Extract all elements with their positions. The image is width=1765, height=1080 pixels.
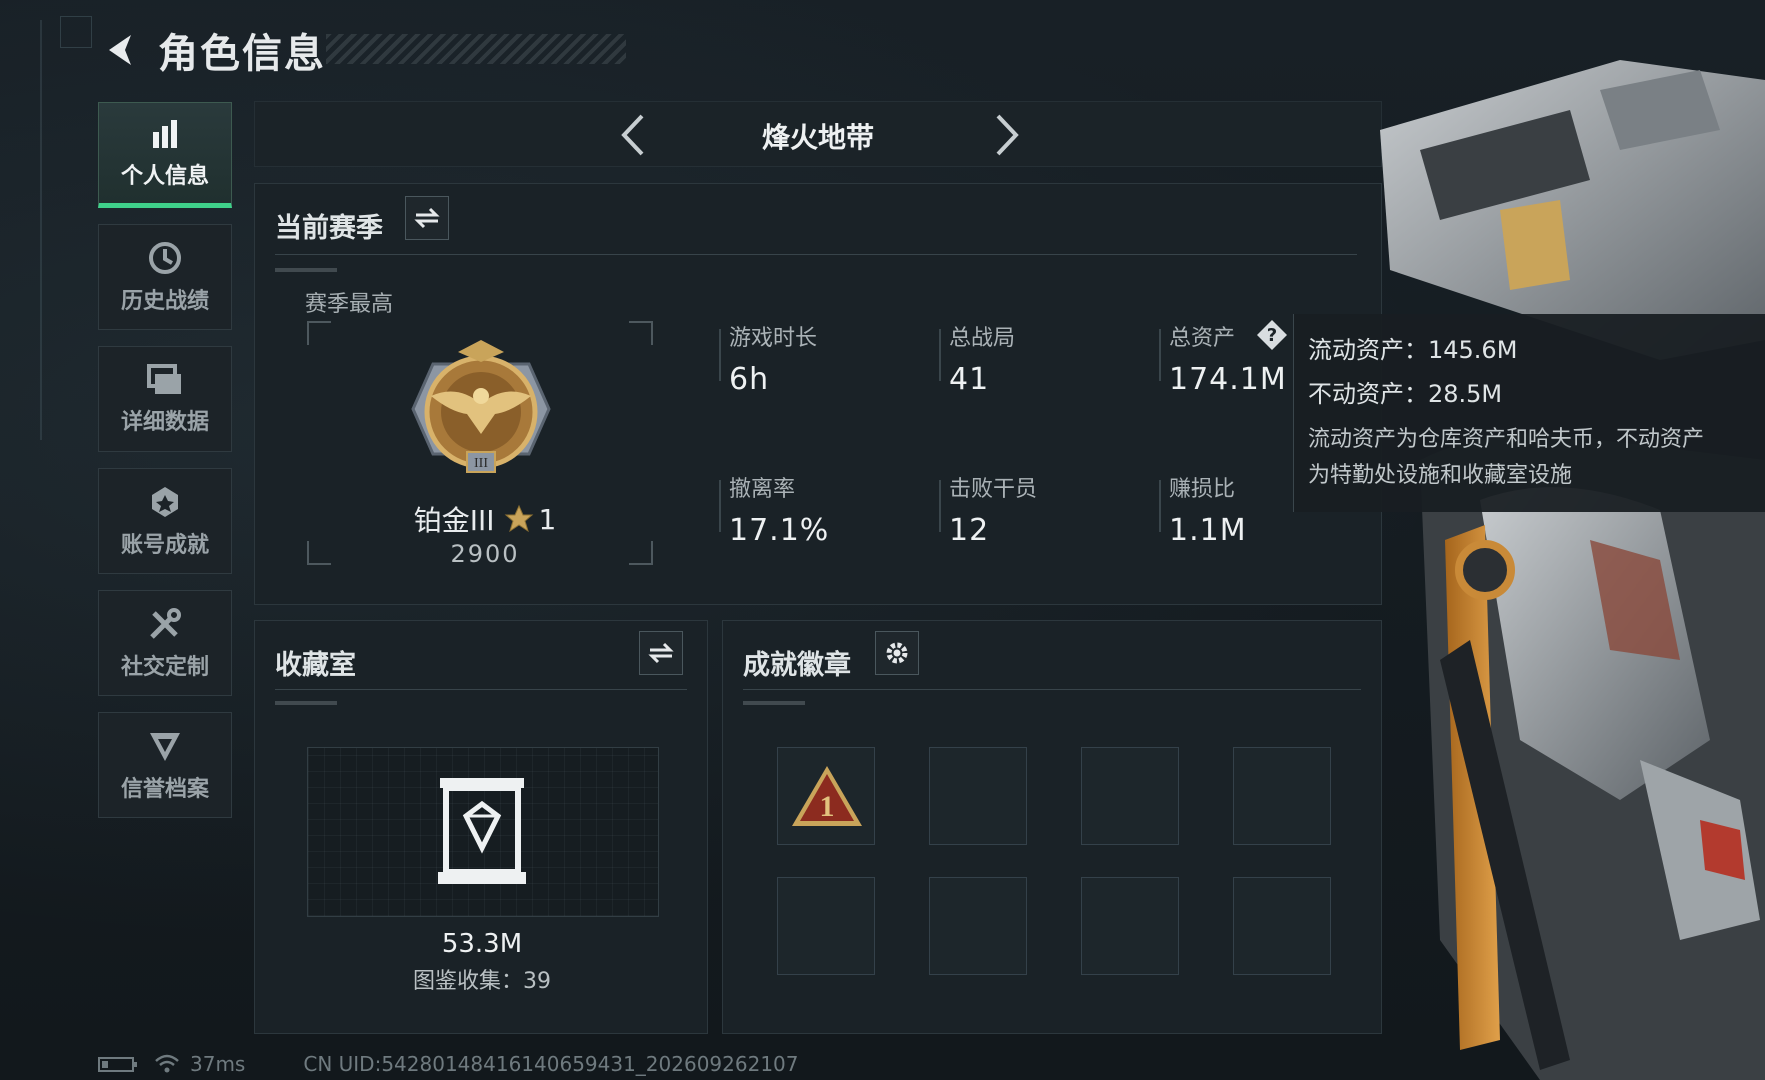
chevron-right-icon bbox=[996, 114, 1019, 156]
back-arrow-icon bbox=[109, 35, 131, 65]
sidebar-item-achievements[interactable]: 账号成就 bbox=[98, 468, 232, 574]
rank-1-triangle-badge-icon: 1 bbox=[792, 766, 862, 826]
wifi-icon bbox=[155, 1054, 179, 1073]
deco-dash bbox=[743, 701, 805, 705]
badge-slot[interactable] bbox=[777, 877, 875, 975]
achievement-icon bbox=[152, 487, 178, 517]
divider bbox=[275, 689, 687, 690]
badge-slot[interactable] bbox=[929, 747, 1027, 845]
frame-corner bbox=[629, 541, 653, 565]
stat-label-kills: 击败干员 bbox=[949, 477, 1038, 502]
data-icon bbox=[147, 364, 181, 394]
deco-box bbox=[60, 16, 92, 48]
collection-catalog: 图鉴收集：39 bbox=[413, 969, 551, 994]
frame-corner bbox=[307, 321, 331, 345]
stat-value-kills: 12 bbox=[949, 513, 990, 548]
sidebar-item-label: 社交定制 bbox=[120, 655, 209, 680]
sidebar-item-label: 账号成就 bbox=[120, 533, 209, 558]
tooltip-note-line-1: 流动资产为仓库资产和哈夫币，不动资产 bbox=[1308, 427, 1705, 452]
stat-value-profit-ratio: 1.1M bbox=[1169, 513, 1247, 548]
svg-text:III: III bbox=[474, 456, 488, 471]
sidebar: 个人信息 历史战绩 详细数据 账号成就 社交定制 信誉档案 bbox=[98, 102, 234, 834]
rank-score: 2900 bbox=[450, 540, 520, 568]
badges-panel-title: 成就徽章 bbox=[743, 650, 851, 681]
stat-bar bbox=[1159, 480, 1161, 532]
collection-panel: 收藏室 53.3M 图鉴收集：39 bbox=[254, 620, 708, 1034]
ping-text: 37ms bbox=[190, 1052, 246, 1076]
rank-stars: 1 bbox=[538, 502, 557, 536]
badge-slot[interactable] bbox=[1081, 877, 1179, 975]
deco-dash bbox=[275, 701, 337, 705]
collection-switch-button[interactable] bbox=[639, 631, 683, 675]
badge-slot[interactable]: 1 bbox=[777, 747, 875, 845]
swap-icon bbox=[414, 207, 440, 229]
rank-line: 铂金III 1 bbox=[355, 499, 615, 539]
mode-selector: 烽火地带 bbox=[254, 101, 1382, 167]
assets-tooltip: 流动资产：145.6M 不动资产：28.5M 流动资产为仓库资产和哈夫币，不动资… bbox=[1293, 314, 1765, 512]
sidebar-item-personal-info[interactable]: 个人信息 bbox=[98, 102, 232, 208]
stat-label-playtime: 游戏时长 bbox=[729, 326, 818, 351]
stat-value-playtime: 6h bbox=[729, 362, 770, 397]
stat-bar bbox=[939, 480, 941, 532]
collection-panel-title: 收藏室 bbox=[275, 650, 356, 681]
frame-corner bbox=[307, 541, 331, 565]
star-icon bbox=[505, 504, 534, 533]
sidebar-item-social[interactable]: 社交定制 bbox=[98, 590, 232, 696]
tools-icon bbox=[150, 608, 181, 639]
tooltip-note-line-2: 为特勤处设施和收藏室设施 bbox=[1308, 463, 1573, 488]
rank-name: 铂金III bbox=[413, 504, 495, 537]
battery-icon bbox=[98, 1057, 137, 1072]
stat-bar bbox=[719, 480, 721, 532]
stat-label-matches: 总战局 bbox=[949, 326, 1016, 351]
status-footer: 37ms CN UID:5428014841614065943​1_202609… bbox=[98, 1052, 799, 1076]
mode-title: 烽火地带 bbox=[761, 121, 874, 154]
header: 角色信息 bbox=[96, 22, 626, 78]
stat-label-extraction-rate: 撤离率 bbox=[729, 477, 796, 502]
sidebar-item-reputation[interactable]: 信誉档案 bbox=[98, 712, 232, 818]
sidebar-item-label: 历史战绩 bbox=[120, 289, 209, 314]
operator-character-art bbox=[1380, 60, 1765, 1080]
stat-value-extraction-rate: 17.1% bbox=[729, 513, 830, 548]
sidebar-item-label: 信誉档案 bbox=[120, 777, 209, 802]
season-best-label: 赛季最高 bbox=[305, 292, 394, 317]
uid-text: CN UID:5428014841614065943​1_20260926210… bbox=[303, 1052, 799, 1076]
season-switch-button[interactable] bbox=[405, 196, 449, 240]
tooltip-fixed-assets: 不动资产：28.5M bbox=[1308, 380, 1503, 408]
sidebar-item-label: 个人信息 bbox=[120, 164, 209, 189]
deco-line bbox=[40, 20, 42, 440]
vault-display-icon bbox=[438, 778, 526, 884]
frame-corner bbox=[629, 321, 653, 345]
history-icon bbox=[149, 242, 181, 274]
bar-chart-icon bbox=[153, 120, 177, 148]
back-button[interactable] bbox=[96, 25, 146, 75]
stat-label-profit-ratio: 赚损比 bbox=[1169, 477, 1236, 502]
stat-bar bbox=[719, 329, 721, 381]
season-panel: 当前赛季 赛季最高 III 铂金III 1 2900 游戏时长 6h 总战局 4… bbox=[254, 183, 1382, 605]
next-mode-button[interactable] bbox=[980, 110, 1030, 160]
stat-bar bbox=[939, 329, 941, 381]
deco-dash bbox=[275, 268, 337, 272]
page-title: 角色信息 bbox=[158, 31, 326, 77]
collection-value: 53.3M bbox=[441, 929, 523, 959]
swap-icon bbox=[648, 642, 674, 664]
season-panel-title: 当前赛季 bbox=[275, 213, 383, 244]
platinum-rank-emblem-icon: III bbox=[411, 340, 551, 473]
badges-settings-button[interactable] bbox=[875, 631, 919, 675]
title-stripes bbox=[326, 34, 626, 64]
divider bbox=[275, 254, 1357, 255]
sidebar-item-detailed-data[interactable]: 详细数据 bbox=[98, 346, 232, 452]
sidebar-item-label: 详细数据 bbox=[120, 410, 209, 435]
stat-bar bbox=[1159, 329, 1161, 381]
tooltip-liquid-assets: 流动资产：145.6M bbox=[1308, 336, 1518, 364]
badge-slot[interactable] bbox=[1081, 747, 1179, 845]
reputation-icon bbox=[150, 733, 180, 761]
stat-value-matches: 41 bbox=[949, 362, 990, 397]
svg-text:1: 1 bbox=[820, 790, 835, 823]
badge-slot[interactable] bbox=[929, 877, 1027, 975]
sidebar-item-history[interactable]: 历史战绩 bbox=[98, 224, 232, 330]
stat-label-total-assets: 总资产 bbox=[1169, 326, 1236, 351]
gear-icon bbox=[886, 642, 908, 664]
collection-preview[interactable] bbox=[307, 747, 659, 917]
